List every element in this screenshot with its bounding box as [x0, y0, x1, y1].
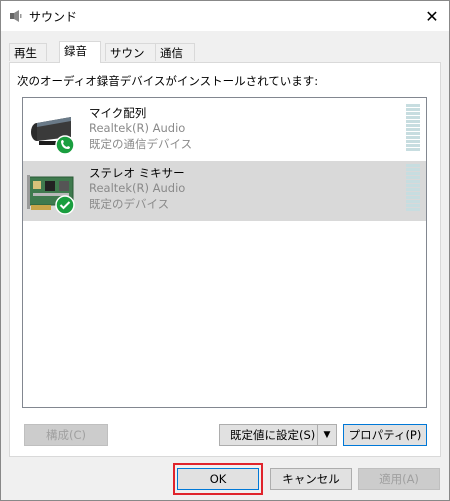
- instruction-text: 次のオーディオ録音デバイスがインストールされています:: [17, 74, 319, 88]
- speaker-icon: [10, 10, 22, 22]
- device-driver: Realtek(R) Audio: [89, 121, 186, 135]
- sound-dialog: サウンド ✕ 再生 録音 サウンド 通信 次のオーディオ録音デバイスがインストー…: [0, 0, 450, 501]
- check-badge-icon: [55, 195, 75, 215]
- tab-recording[interactable]: 録音: [59, 41, 101, 63]
- tab-playback[interactable]: 再生: [9, 43, 47, 61]
- apply-button[interactable]: 適用(A): [358, 468, 440, 490]
- configure-button[interactable]: 構成(C): [24, 424, 108, 446]
- list-item[interactable]: ステレオ ミキサー Realtek(R) Audio 既定のデバイス: [23, 161, 426, 221]
- cancel-button[interactable]: キャンセル: [270, 468, 352, 490]
- ok-highlight-box: [173, 463, 263, 495]
- set-default-button[interactable]: 既定値に設定(S) ▼: [219, 424, 337, 446]
- phone-badge-icon: [55, 135, 75, 155]
- properties-button[interactable]: プロパティ(P): [343, 424, 427, 446]
- level-meter: [406, 104, 420, 154]
- window-title: サウンド: [29, 10, 78, 24]
- tab-communications[interactable]: 通信: [155, 43, 195, 61]
- title-bar: サウンド ✕: [1, 1, 449, 31]
- device-name: マイク配列: [89, 106, 147, 120]
- close-icon: ✕: [425, 6, 439, 26]
- level-meter: [406, 164, 420, 214]
- set-default-label: 既定値に設定(S): [230, 428, 316, 442]
- device-status: 既定のデバイス: [89, 197, 170, 211]
- tab-sounds[interactable]: サウンド: [105, 43, 157, 78]
- device-name: ステレオ ミキサー: [89, 166, 185, 180]
- dropdown-arrow-icon[interactable]: ▼: [317, 425, 336, 445]
- close-button[interactable]: ✕: [415, 1, 449, 31]
- device-status: 既定の通信デバイス: [89, 137, 193, 151]
- device-list[interactable]: マイク配列 Realtek(R) Audio 既定の通信デバイス ステレオ ミキ…: [22, 97, 427, 408]
- device-driver: Realtek(R) Audio: [89, 181, 186, 195]
- tab-strip: 再生 録音 サウンド 通信: [9, 41, 449, 78]
- list-item[interactable]: マイク配列 Realtek(R) Audio 既定の通信デバイス: [23, 101, 426, 161]
